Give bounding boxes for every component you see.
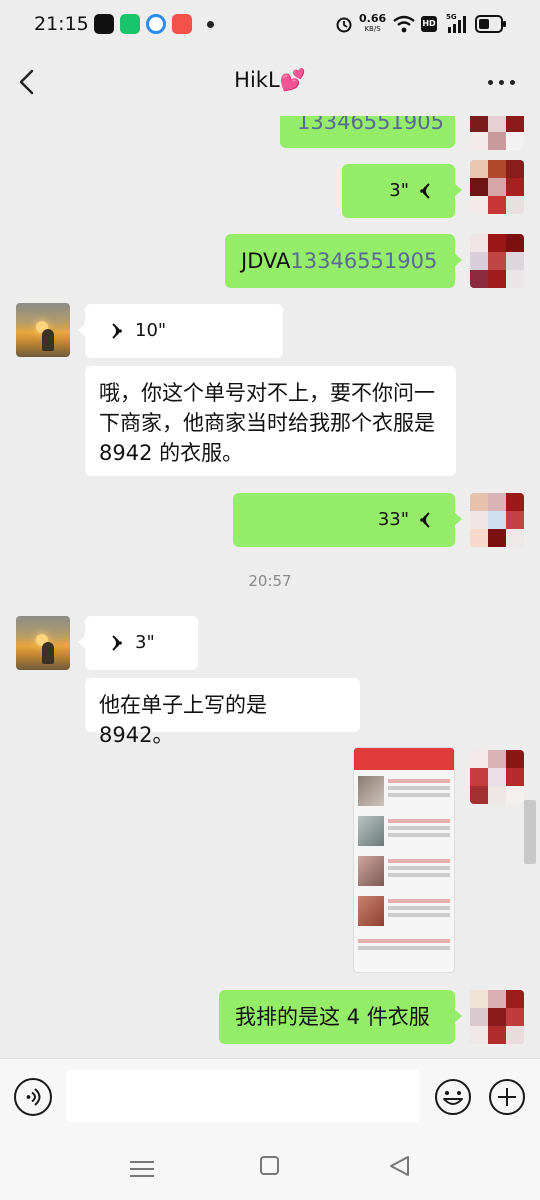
hd-badge: HD xyxy=(421,16,437,32)
input-bar xyxy=(0,1058,540,1134)
notification-dot xyxy=(207,21,214,28)
emoji-icon[interactable] xyxy=(434,1078,472,1116)
status-time: 21:15 xyxy=(34,13,89,35)
voice-wave-icon xyxy=(420,512,430,528)
message-timestamp: 20:57 xyxy=(248,572,292,590)
their-voice-message[interactable]: 3" xyxy=(78,616,198,670)
app-blue-icon xyxy=(146,14,166,34)
chat-area[interactable]: 13346551905 3" JDVA13346551905 10" 哦，你这个… xyxy=(0,116,540,1058)
tracking-prefix: JDVA xyxy=(241,249,291,273)
my-voice-message[interactable]: 3" xyxy=(342,164,462,218)
phone-number-link[interactable]: 13346551905 xyxy=(297,116,444,137)
alarm-icon xyxy=(336,17,352,33)
net-speed: 0.66 KB/S xyxy=(359,12,387,33)
wifi-icon xyxy=(393,15,415,33)
contact-avatar[interactable] xyxy=(16,616,70,670)
app-red-icon xyxy=(172,14,192,34)
signal-icon xyxy=(448,16,466,33)
my-message-text[interactable]: 13346551905 xyxy=(280,116,455,148)
voice-duration: 3" xyxy=(135,632,155,653)
message-input[interactable] xyxy=(66,1070,420,1122)
my-avatar[interactable] xyxy=(470,990,524,1044)
my-avatar[interactable] xyxy=(470,493,524,547)
voice-wave-icon xyxy=(112,323,122,339)
chat-header: HikL💕 xyxy=(0,50,540,116)
contact-avatar[interactable] xyxy=(16,303,70,357)
back-triangle-icon[interactable] xyxy=(388,1154,412,1178)
voice-duration: 10" xyxy=(135,320,167,341)
image-message[interactable] xyxy=(353,747,455,973)
voice-transcription[interactable]: 哦，你这个单号对不上，要不你问一下商家，他商家当时给我那个衣服是 8942 的衣… xyxy=(85,366,456,476)
plus-icon[interactable] xyxy=(488,1078,526,1116)
message-text: 我排的是这 4 件衣服 xyxy=(235,1005,430,1029)
my-message-text[interactable]: 我排的是这 4 件衣服 xyxy=(219,990,462,1044)
keyboard-voice-icon[interactable] xyxy=(14,1078,52,1116)
voice-wave-icon xyxy=(420,183,430,199)
phone-number-link[interactable]: 13346551905 xyxy=(290,249,437,273)
transcription-text: 哦，你这个单号对不上，要不你问一下商家，他商家当时给我那个衣服是 8942 的衣… xyxy=(99,381,435,465)
chat-title: HikL💕 xyxy=(234,68,306,92)
transcription-text: 他在单子上写的是 8942。 xyxy=(99,693,267,747)
tiktok-icon xyxy=(94,14,114,34)
my-message-text[interactable]: JDVA13346551905 xyxy=(225,234,462,288)
more-icon[interactable] xyxy=(488,78,516,88)
voice-duration: 33" xyxy=(377,509,409,530)
scrollbar-thumb[interactable] xyxy=(524,800,536,864)
voice-wave-icon xyxy=(112,635,122,651)
voice-duration: 3" xyxy=(389,180,409,201)
my-avatar[interactable] xyxy=(470,160,524,214)
my-avatar[interactable] xyxy=(470,750,524,804)
battery-icon xyxy=(475,15,506,33)
my-avatar[interactable] xyxy=(470,116,524,150)
home-icon[interactable] xyxy=(260,1156,279,1175)
app-green-icon xyxy=(120,14,140,34)
voice-transcription[interactable]: 他在单子上写的是 8942。 xyxy=(85,678,360,747)
status-bar: 21:15 0.66 KB/S HD 5G xyxy=(0,0,540,50)
their-voice-message[interactable]: 10" xyxy=(78,304,283,358)
menu-icon[interactable] xyxy=(130,1156,154,1178)
system-nav-bar xyxy=(0,1134,540,1200)
my-voice-message[interactable]: 33" xyxy=(233,493,462,547)
my-avatar[interactable] xyxy=(470,234,524,288)
